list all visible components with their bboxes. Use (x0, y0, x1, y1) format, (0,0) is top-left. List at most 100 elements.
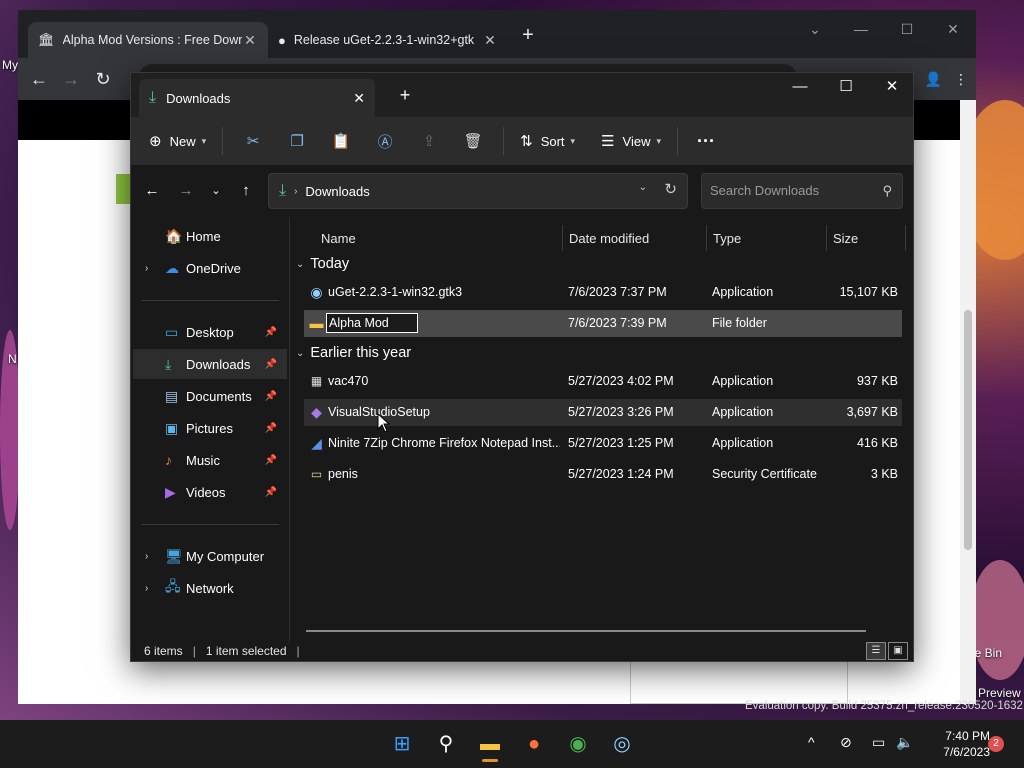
cut-button[interactable]: ✂ (231, 125, 275, 157)
pin-icon[interactable]: 📌 (265, 359, 277, 370)
notification-badge[interactable]: 2 (988, 736, 1004, 752)
see-more-button[interactable]: ··· (686, 125, 726, 157)
desktop-label-left: My (2, 58, 18, 72)
nav-item-documents[interactable]: ▤ Documents 📌 (133, 381, 287, 411)
close-icon[interactable]: ✕ (930, 14, 976, 44)
reload-icon[interactable]: ↻ (90, 66, 116, 92)
minimize-icon[interactable]: — (777, 73, 823, 101)
back-icon[interactable]: ← (26, 66, 52, 92)
sort-button[interactable]: ⇅ Sort ▾ (512, 125, 583, 157)
chevron-right-icon[interactable]: › (145, 583, 148, 594)
file-row[interactable]: ▦ vac470 5/27/2023 4:02 PM Application 9… (304, 368, 902, 395)
nav-item-desktop[interactable]: ▭ Desktop 📌 (133, 317, 287, 347)
uget-taskbar-icon[interactable]: ◎ (604, 726, 640, 762)
nav-item-pictures[interactable]: ▣ Pictures 📌 (133, 413, 287, 443)
browser-tab-alpha-mod[interactable]: 🏛 Alpha Mod Versions : Free Down ✕ (28, 22, 268, 58)
display-icon[interactable]: ▭ (872, 734, 885, 751)
address-bar[interactable]: ⤓ › Downloads ⌄ ↻ (268, 173, 688, 209)
column-divider[interactable] (905, 225, 906, 251)
column-divider[interactable] (706, 225, 707, 251)
explorer-new-tab-button[interactable]: + (393, 83, 417, 107)
recent-locations-icon[interactable]: ⌄ (203, 177, 229, 205)
group-header-earlier[interactable]: ⌄ Earlier this year (296, 341, 411, 365)
delete-button[interactable]: 🗑 (451, 125, 495, 157)
rename-input[interactable]: Alpha Mod (326, 313, 418, 333)
column-header-name[interactable]: Name (321, 225, 356, 253)
new-tab-button[interactable]: + (516, 24, 540, 48)
recycle-bin-label[interactable]: le Bin (972, 646, 1002, 660)
more-dots-icon: ··· (697, 130, 715, 151)
column-divider[interactable] (562, 225, 563, 251)
selection-count: 1 item selected (205, 644, 287, 658)
tab-search-icon[interactable]: ⌄ (792, 14, 838, 44)
rename-button[interactable]: Ⓐ (363, 125, 407, 157)
volume-icon[interactable]: 🔈 (896, 734, 913, 751)
chevron-down-icon[interactable]: ⌄ (639, 182, 647, 193)
close-icon[interactable]: ✕ (242, 32, 258, 49)
pin-icon[interactable]: 📌 (265, 327, 277, 338)
new-button[interactable]: ⊕ New ▾ (141, 125, 214, 157)
explorer-tab-downloads[interactable]: ⤓ Downloads ✕ (139, 79, 375, 117)
refresh-icon[interactable]: ↻ (664, 180, 677, 198)
group-header-today[interactable]: ⌄ Today (296, 252, 349, 276)
search-input[interactable]: Search Downloads ⚲ (701, 173, 903, 209)
file-row[interactable]: ◢ Ninite 7Zip Chrome Firefox Notepad Ins… (304, 430, 902, 457)
file-row[interactable]: ◆ VisualStudioSetup 5/27/2023 3:26 PM Ap… (304, 399, 902, 426)
nav-item-downloads[interactable]: ⤓ Downloads 📌 (133, 349, 287, 379)
nav-item-onedrive[interactable]: › ☁ OneDrive (133, 253, 287, 283)
nav-pane-splitter[interactable] (289, 217, 290, 643)
nav-item-my-computer[interactable]: › 🖥 My Computer (133, 541, 287, 571)
close-icon[interactable]: ✕ (353, 90, 365, 107)
file-row[interactable]: ◉ uGet-2.2.3-1-win32.gtk3 7/6/2023 7:37 … (304, 279, 902, 306)
column-header-type[interactable]: Type (713, 225, 741, 253)
chevron-right-icon[interactable]: › (145, 551, 148, 562)
preview-label: Preview (978, 686, 1021, 700)
menu-kebab-icon[interactable]: ⋮ (954, 71, 968, 88)
horizontal-scrollbar[interactable] (306, 630, 866, 632)
column-header-size[interactable]: Size (833, 225, 858, 253)
profile-icon[interactable]: 👤 (925, 71, 942, 88)
file-row-selected[interactable]: ▬ Alpha Mod 7/6/2023 7:39 PM File folder (304, 310, 902, 337)
browser-scrollbar-thumb[interactable] (964, 310, 972, 550)
pin-icon[interactable]: 📌 (265, 423, 277, 434)
pin-icon[interactable]: 📌 (265, 487, 277, 498)
pin-icon[interactable]: 📌 (265, 455, 277, 466)
nav-item-videos[interactable]: ▶ Videos 📌 (133, 477, 287, 507)
minimize-icon[interactable]: — (838, 14, 884, 44)
pin-icon[interactable]: 📌 (265, 391, 277, 402)
copy-button[interactable]: ❐ (275, 125, 319, 157)
file-row[interactable]: ▭ penis 5/27/2023 1:24 PM Security Certi… (304, 461, 902, 488)
details-view-icon[interactable]: ☰ (866, 642, 886, 660)
trash-icon: 🗑 (463, 133, 483, 150)
chrome-taskbar-icon[interactable]: ◉ (560, 726, 596, 762)
nav-item-music[interactable]: ♪ Music 📌 (133, 445, 287, 475)
network-disconnected-icon[interactable]: ⊘ (840, 734, 852, 751)
tiles-view-icon[interactable]: ▣ (888, 642, 908, 660)
nav-item-label: Videos (186, 484, 226, 500)
maximize-icon[interactable]: ☐ (823, 73, 869, 101)
close-icon[interactable]: ✕ (869, 73, 915, 101)
nav-item-home[interactable]: 🏠 Home (133, 221, 287, 251)
browser-scrollbar[interactable] (960, 100, 976, 704)
forward-icon[interactable]: → (58, 66, 84, 92)
tray-overflow-icon[interactable]: ^ (808, 734, 815, 750)
share-button[interactable]: ⇪ (407, 125, 451, 157)
start-button[interactable]: ⊞ (384, 726, 420, 762)
file-explorer-taskbar-icon[interactable]: ▬ (472, 726, 508, 762)
forward-arrow-icon[interactable]: → (173, 177, 199, 205)
view-button[interactable]: ☰ View ▾ (593, 125, 669, 157)
column-divider[interactable] (826, 225, 827, 251)
browser-tab-uget-release[interactable]: ● Release uGet-2.2.3-1-win32+gtk ✕ (268, 22, 508, 58)
taskbar-clock[interactable]: 7:40 PM 7/6/2023 (920, 728, 990, 760)
nav-item-network[interactable]: › 🖧 Network (133, 573, 287, 603)
search-icon[interactable]: ⚲ (428, 726, 464, 762)
paste-button[interactable]: 📋 (319, 125, 363, 157)
chevron-right-icon[interactable]: › (145, 263, 148, 274)
firefox-taskbar-icon[interactable]: ● (516, 726, 552, 762)
back-arrow-icon[interactable]: ← (139, 177, 165, 205)
column-header-date[interactable]: Date modified (569, 225, 649, 253)
close-icon[interactable]: ✕ (482, 32, 498, 49)
address-breadcrumb[interactable]: Downloads (305, 184, 369, 199)
up-arrow-icon[interactable]: ↑ (233, 177, 259, 205)
maximize-icon[interactable]: ☐ (884, 14, 930, 44)
